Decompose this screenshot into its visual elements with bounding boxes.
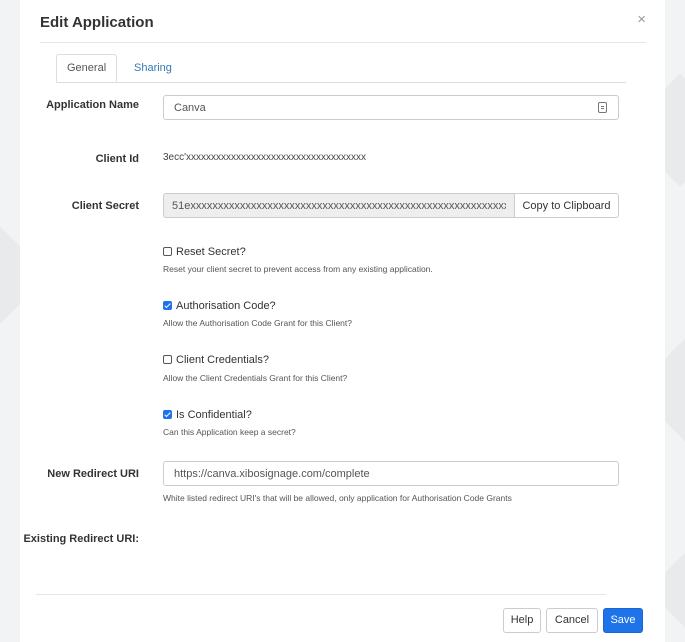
client-credentials-help: Allow the Client Credentials Grant for t…	[163, 373, 348, 383]
contact-card-icon	[598, 102, 607, 113]
is-confidential-help: Can this Application keep a secret?	[163, 427, 296, 437]
copy-to-clipboard-button[interactable]: Copy to Clipboard	[514, 193, 619, 218]
application-name-input[interactable]	[163, 95, 619, 120]
reset-secret-option[interactable]: Reset Secret?	[163, 245, 246, 259]
new-redirect-uri-help: White listed redirect URI's that will be…	[163, 493, 512, 503]
cancel-button[interactable]: Cancel	[546, 608, 598, 633]
tab-general[interactable]: General	[56, 54, 118, 82]
close-icon[interactable]: ×	[637, 12, 646, 28]
authorisation-code-label: Authorisation Code?	[176, 300, 276, 312]
save-button[interactable]: Save	[603, 608, 643, 633]
new-redirect-uri-input[interactable]	[163, 461, 619, 486]
modal-header: Edit Application ×	[40, 0, 646, 43]
client-secret-input[interactable]	[163, 193, 514, 218]
authorisation-code-help: Allow the Authorisation Code Grant for t…	[163, 318, 352, 328]
edit-application-dialog: Edit Application × General Sharing Appli…	[20, 0, 665, 642]
reset-secret-help: Reset your client secret to prevent acce…	[163, 264, 433, 274]
existing-redirect-uri-label: Existing Redirect URI:	[23, 533, 139, 545]
client-id-label: Client Id	[95, 153, 139, 165]
authorisation-code-option[interactable]: Authorisation Code?	[163, 299, 276, 313]
reset-secret-label: Reset Secret?	[176, 246, 246, 258]
tab-sharing[interactable]: Sharing	[124, 54, 182, 82]
client-credentials-option[interactable]: Client Credentials?	[163, 353, 269, 367]
is-confidential-checkbox[interactable]	[163, 410, 172, 419]
help-button[interactable]: Help	[503, 608, 541, 633]
is-confidential-option[interactable]: Is Confidential?	[163, 408, 252, 422]
modal-title: Edit Application	[40, 14, 154, 31]
client-secret-label: Client Secret	[71, 200, 139, 212]
client-credentials-checkbox[interactable]	[163, 355, 172, 364]
tab-bar: General Sharing	[56, 54, 626, 83]
footer-divider	[36, 594, 606, 595]
client-id-value: 3ecc'xxxxxxxxxxxxxxxxxxxxxxxxxxxxxxxxxxx…	[163, 152, 367, 163]
is-confidential-label: Is Confidential?	[176, 409, 252, 421]
reset-secret-checkbox[interactable]	[163, 247, 172, 256]
client-credentials-label: Client Credentials?	[176, 354, 269, 366]
application-name-label: Application Name	[46, 99, 139, 111]
authorisation-code-checkbox[interactable]	[163, 301, 172, 310]
new-redirect-uri-label: New Redirect URI	[47, 468, 139, 480]
